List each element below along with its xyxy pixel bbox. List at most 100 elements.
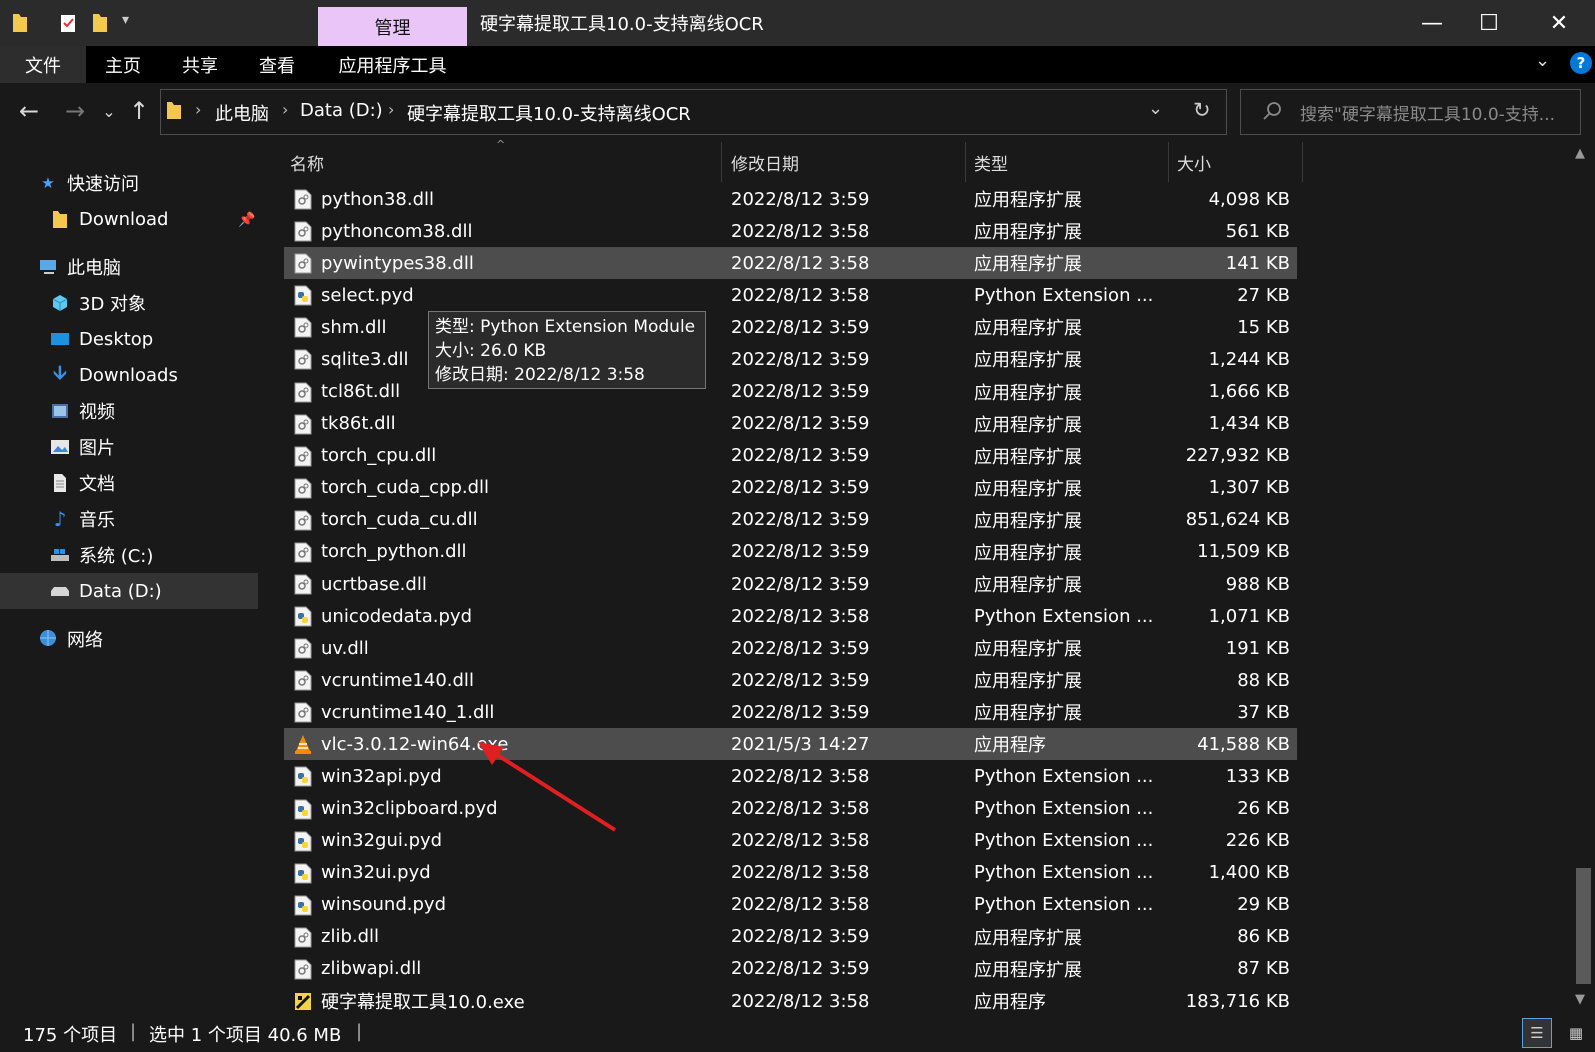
column-header-size[interactable]: 大小 <box>1177 142 1297 182</box>
table-row[interactable]: win32gui.pyd 2022/8/12 3:58 Python Extensi… <box>284 825 1297 857</box>
manage-tab[interactable]: 管理 <box>318 7 467 46</box>
file-date: 2022/8/12 3:59 <box>731 669 870 691</box>
tab-view[interactable]: 查看 <box>240 46 314 83</box>
drive-d-icon <box>50 581 70 601</box>
sidebar-item-downloads[interactable]: 🡫 Downloads <box>0 357 258 393</box>
breadcrumb-current-folder[interactable]: 硬字幕提取工具10.0-支持离线OCR <box>407 100 691 126</box>
column-header-date[interactable]: 修改日期 <box>731 142 961 182</box>
table-row[interactable]: vlc-3.0.12-win64.exe 2021/5/3 14:27 应用程序 41… <box>284 728 1297 761</box>
sidebar-item-quick-access[interactable]: ★ 快速访问 <box>0 165 258 201</box>
sidebar-item-pictures[interactable]: 图片 <box>0 429 258 465</box>
file-name: torch_cuda_cpp.dll <box>321 477 490 499</box>
maximize-button[interactable]: ☐ <box>1457 0 1521 46</box>
table-row[interactable]: pythoncom38.dll 2022/8/12 3:58 应用程序扩展 561 K… <box>284 215 1297 247</box>
customize-toolbar-icon[interactable]: ▾ <box>122 12 129 28</box>
file-date: 2022/8/12 3:59 <box>731 573 870 595</box>
forward-button[interactable]: → <box>58 94 92 128</box>
file-type: 应用程序扩展 <box>974 254 1082 276</box>
recent-locations-button[interactable]: ⌄ <box>92 94 126 128</box>
column-header-type[interactable]: 类型 <box>974 142 1164 182</box>
column-divider[interactable] <box>1302 142 1303 182</box>
tab-app-tools[interactable]: 应用程序工具 <box>318 46 467 83</box>
scroll-up-icon[interactable]: ▲ <box>1575 146 1585 161</box>
table-row[interactable]: torch_cuda_cu.dll 2022/8/12 3:59 应用程序扩展 851… <box>284 504 1297 536</box>
folder-icon[interactable] <box>10 12 30 34</box>
sidebar-item-network[interactable]: 网络 <box>0 621 258 657</box>
table-row[interactable]: select.pyd 2022/8/12 3:58 Python Extension… <box>284 279 1297 311</box>
refresh-icon[interactable]: ↻ <box>1193 98 1211 122</box>
table-row[interactable]: torch_python.dll 2022/8/12 3:59 应用程序扩展 11,5… <box>284 536 1297 568</box>
table-row[interactable]: pywintypes38.dll 2022/8/12 3:58 应用程序扩展 141 … <box>284 247 1297 280</box>
pin-icon[interactable]: 📌 <box>238 212 255 228</box>
sidebar-item-label: Download <box>79 208 169 230</box>
file-name: 硬字幕提取工具10.0.exe <box>321 992 525 1013</box>
details-view-icon[interactable]: ☰ <box>1522 1018 1552 1048</box>
tab-home[interactable]: 主页 <box>86 46 160 83</box>
file-date: 2022/8/12 3:59 <box>731 701 870 723</box>
file-type: 应用程序扩展 <box>974 639 1082 661</box>
large-icons-view-icon[interactable]: ▦ <box>1562 1018 1590 1048</box>
sidebar-item-label: 网络 <box>67 630 103 651</box>
sidebar-item-download[interactable]: Download <box>0 201 258 237</box>
table-row[interactable]: 硬字幕提取工具10.0.exe 2022/8/12 3:58 应用程序 183,716… <box>284 985 1297 1017</box>
table-row[interactable]: winsound.pyd 2022/8/12 3:58 Python Extensi… <box>284 889 1297 921</box>
sidebar-item-music[interactable]: ♪ 音乐 <box>0 501 258 537</box>
expand-ribbon-icon[interactable]: ⌄ <box>1535 50 1550 71</box>
scrollbar-thumb[interactable] <box>1576 868 1591 984</box>
table-row[interactable]: vcruntime140.dll 2022/8/12 3:59 应用程序扩展 88 K… <box>284 664 1297 696</box>
file-size: 1,666 KB <box>1208 381 1290 402</box>
drive-c-icon <box>50 545 70 565</box>
column-divider[interactable] <box>965 142 966 182</box>
sidebar-item-desktop[interactable]: Desktop <box>0 321 258 357</box>
table-row[interactable]: torch_cuda_cpp.dll 2022/8/12 3:59 应用程序扩展 1,… <box>284 472 1297 504</box>
table-row[interactable]: uv.dll 2022/8/12 3:59 应用程序扩展 191 KB <box>284 632 1297 664</box>
python-file-icon <box>294 766 312 787</box>
file-type: 应用程序扩展 <box>974 510 1082 532</box>
table-row[interactable]: torch_cpu.dll 2022/8/12 3:59 应用程序扩展 227,932… <box>284 440 1297 472</box>
picture-icon <box>50 437 70 457</box>
breadcrumb-data-d[interactable]: Data (D:) <box>300 100 383 121</box>
star-icon: ★ <box>41 174 55 192</box>
properties-icon[interactable] <box>58 12 78 34</box>
address-history-icon[interactable]: ⌄ <box>1148 98 1163 119</box>
table-row[interactable]: win32clipboard.pyd 2022/8/12 3:58 Python E… <box>284 793 1297 825</box>
download-arrow-icon: 🡫 <box>53 362 67 384</box>
table-row[interactable]: win32api.pyd 2022/8/12 3:58 Python Extensi… <box>284 760 1297 792</box>
table-row[interactable]: zlibwapi.dll 2022/8/12 3:59 应用程序扩展 87 KB <box>284 953 1297 985</box>
column-divider[interactable] <box>721 142 722 182</box>
help-icon[interactable]: ? <box>1570 52 1592 74</box>
tab-share[interactable]: 共享 <box>162 46 238 83</box>
sidebar-item-documents[interactable]: 文档 <box>0 465 258 501</box>
file-name: vcruntime140_1.dll <box>321 701 495 723</box>
sidebar-item-videos[interactable]: 视频 <box>0 393 258 429</box>
close-button[interactable]: ✕ <box>1527 0 1591 46</box>
table-row[interactable]: zlib.dll 2022/8/12 3:59 应用程序扩展 86 KB <box>284 921 1297 953</box>
sidebar-item-this-pc[interactable]: 此电脑 <box>0 249 258 285</box>
back-button[interactable]: ← <box>12 94 46 128</box>
table-row[interactable]: win32ui.pyd 2022/8/12 3:58 Python Extensio… <box>284 857 1297 889</box>
file-type: 应用程序 <box>974 992 1046 1013</box>
vlc-icon <box>294 734 312 755</box>
file-type: 应用程序扩展 <box>974 446 1082 468</box>
table-row[interactable]: vcruntime140_1.dll 2022/8/12 3:59 应用程序扩展 37… <box>284 696 1297 728</box>
file-size: 227,932 KB <box>1185 445 1290 467</box>
tab-file[interactable]: 文件 <box>0 46 86 83</box>
minimize-button[interactable]: — <box>1400 0 1464 46</box>
column-divider[interactable] <box>1168 142 1169 182</box>
sidebar-item-3d-objects[interactable]: 3D 对象 <box>0 285 258 321</box>
sidebar-item-drive-d[interactable]: Data (D:) <box>0 573 258 609</box>
scroll-down-icon[interactable]: ▼ <box>1575 992 1585 1007</box>
python-file-icon <box>294 285 312 306</box>
file-type: 应用程序扩展 <box>974 671 1082 693</box>
table-row[interactable]: tk86t.dll 2022/8/12 3:59 应用程序扩展 1,434 KB <box>284 408 1297 440</box>
table-row[interactable]: unicodedata.pyd 2022/8/12 3:58 Python Exte… <box>284 600 1297 632</box>
column-header-name[interactable]: 名称 <box>290 142 720 182</box>
new-folder-icon[interactable] <box>90 12 110 34</box>
breadcrumb-this-pc[interactable]: 此电脑 <box>215 100 269 126</box>
table-row[interactable]: python38.dll 2022/8/12 3:59 应用程序扩展 4,098 KB <box>284 183 1297 215</box>
file-size: 1,400 KB <box>1208 862 1290 884</box>
table-row[interactable]: ucrtbase.dll 2022/8/12 3:59 应用程序扩展 988 KB <box>284 568 1297 600</box>
up-button[interactable]: ↑ <box>122 94 156 128</box>
sidebar-item-drive-c[interactable]: 系统 (C:) <box>0 537 258 573</box>
file-size: 988 KB <box>1225 573 1290 595</box>
